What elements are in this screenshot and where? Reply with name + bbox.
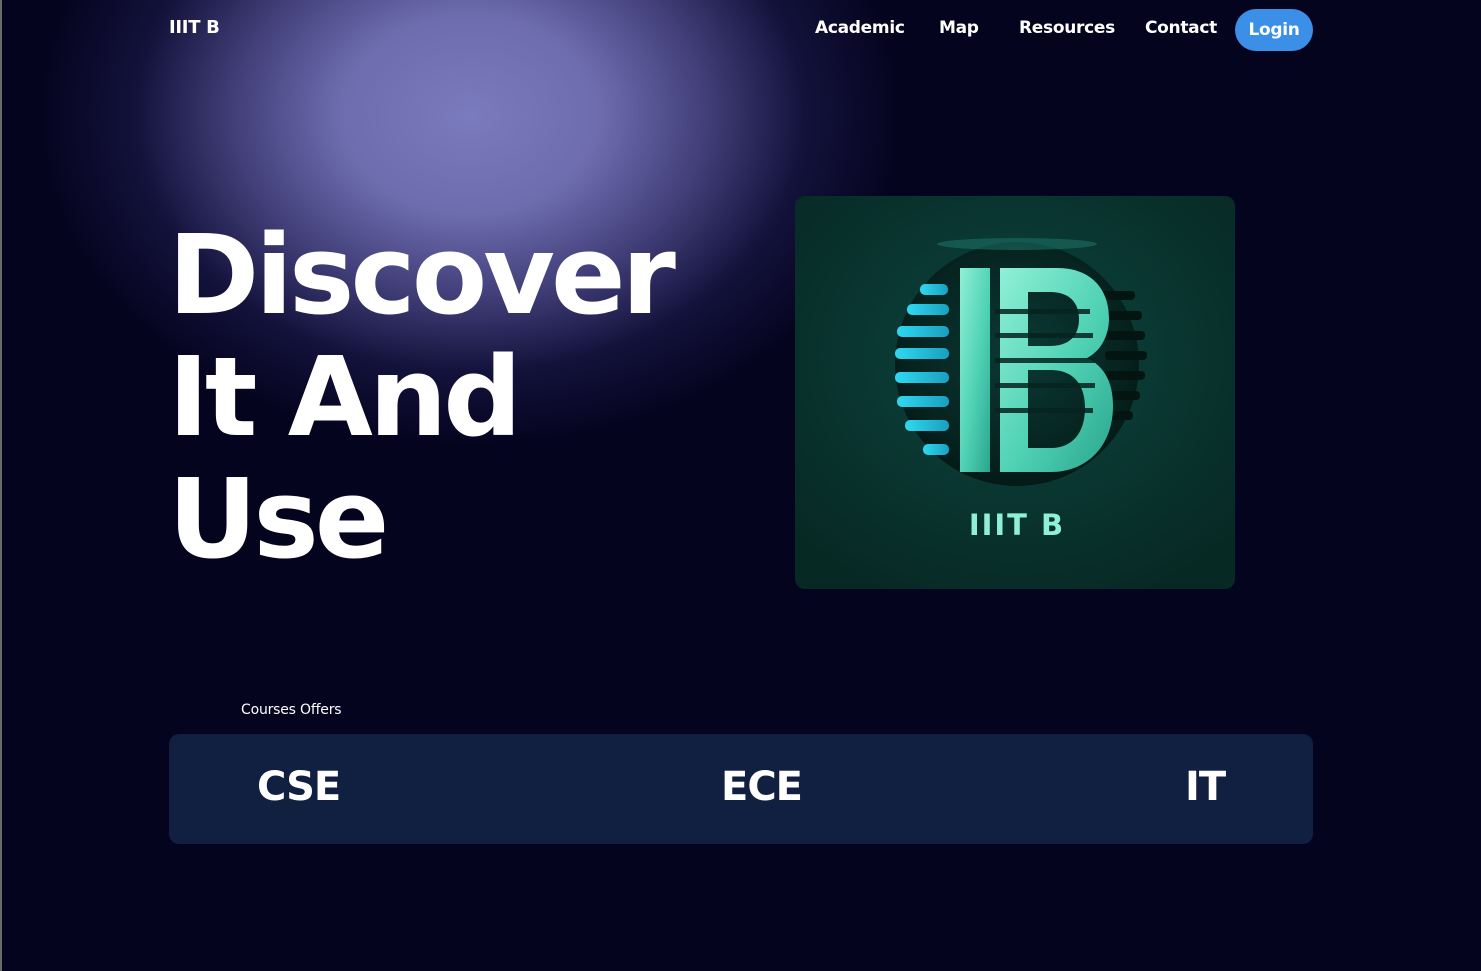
courses-label: Courses Offers [241,702,342,718]
nav-link-contact[interactable]: Contact [1145,18,1217,38]
course-it[interactable]: IT [1185,764,1226,810]
hero-title: Discover It And Use [168,214,768,580]
window-edge [0,0,2,971]
nav-link-map[interactable]: Map [939,18,979,38]
hero-title-line-3: Use [168,455,389,583]
nav-link-academic[interactable]: Academic [815,18,905,38]
login-button[interactable]: Login [1235,9,1313,51]
course-cse[interactable]: CSE [257,764,341,810]
brand-logo-text[interactable]: IIIT B [169,17,220,38]
logo-image: IIIT B [795,196,1235,589]
hero-title-line-1: Discover [168,211,676,339]
hero-title-line-2: It And [168,333,522,461]
logo-caption: IIIT B [969,508,1065,542]
nav-link-resources[interactable]: Resources [1019,18,1115,38]
iiitb-logo-icon: IIIT B [895,238,1147,542]
course-ece[interactable]: ECE [721,764,803,810]
